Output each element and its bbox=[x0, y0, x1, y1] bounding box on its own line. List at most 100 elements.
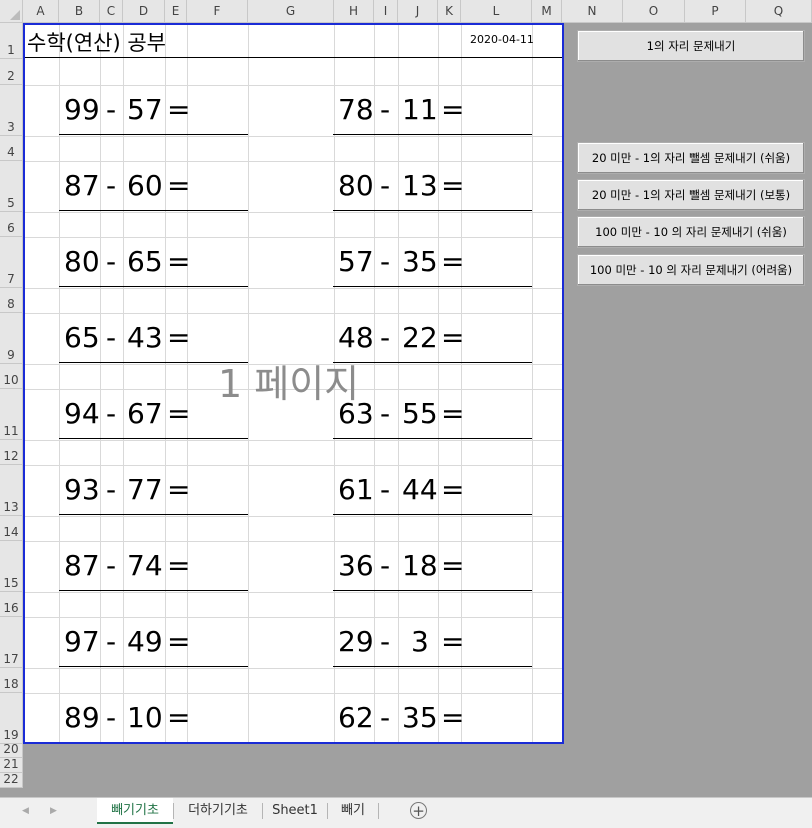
problem-subtrahend[interactable]: 55 bbox=[402, 397, 438, 431]
problem-minuend[interactable]: 78 bbox=[338, 93, 374, 127]
problem-minuend[interactable]: 87 bbox=[64, 549, 100, 583]
row-header[interactable]: 22 bbox=[0, 772, 23, 788]
tab-sheet1[interactable]: Sheet1 bbox=[266, 798, 324, 824]
column-header[interactable]: H bbox=[334, 0, 374, 23]
triangle-left-icon[interactable]: ◀ bbox=[22, 806, 29, 816]
problem-minuend[interactable]: 48 bbox=[338, 321, 374, 355]
problem-equals[interactable]: = bbox=[167, 245, 190, 279]
problem-subtrahend[interactable]: 67 bbox=[127, 397, 163, 431]
problem-subtrahend[interactable]: 60 bbox=[127, 169, 163, 203]
problem-operator[interactable]: - bbox=[106, 625, 116, 659]
column-header[interactable]: N bbox=[562, 0, 623, 23]
row-header[interactable]: 20 bbox=[0, 742, 23, 758]
column-header[interactable]: K bbox=[438, 0, 461, 23]
column-header[interactable]: D bbox=[123, 0, 165, 23]
under100-easy-button[interactable]: 100 미만 - 10 의 자리 문제내기 (쉬움) bbox=[577, 216, 805, 248]
problem-operator[interactable]: - bbox=[106, 701, 116, 735]
row-header[interactable]: 17 bbox=[0, 617, 23, 668]
problem-equals[interactable]: = bbox=[441, 397, 464, 431]
problem-equals[interactable]: = bbox=[441, 549, 464, 583]
problem-operator[interactable]: - bbox=[380, 93, 390, 127]
problem-minuend[interactable]: 93 bbox=[64, 473, 100, 507]
problem-subtrahend[interactable]: 10 bbox=[127, 701, 163, 735]
column-header[interactable]: A bbox=[23, 0, 59, 23]
problem-equals[interactable]: = bbox=[167, 701, 190, 735]
column-header[interactable]: F bbox=[187, 0, 248, 23]
problem-equals[interactable]: = bbox=[441, 625, 464, 659]
column-header[interactable]: E bbox=[165, 0, 187, 23]
problem-subtrahend[interactable]: 74 bbox=[127, 549, 163, 583]
row-header[interactable]: 1 bbox=[0, 23, 23, 59]
problem-operator[interactable]: - bbox=[106, 397, 116, 431]
problem-operator[interactable]: - bbox=[380, 321, 390, 355]
problem-operator[interactable]: - bbox=[106, 169, 116, 203]
problem-operator[interactable]: - bbox=[380, 701, 390, 735]
row-header[interactable]: 8 bbox=[0, 288, 23, 313]
plus-circle-icon[interactable]: + bbox=[410, 802, 427, 819]
problem-subtrahend[interactable]: 22 bbox=[402, 321, 438, 355]
problem-operator[interactable]: - bbox=[380, 397, 390, 431]
row-header[interactable]: 10 bbox=[0, 364, 23, 389]
row-header[interactable]: 7 bbox=[0, 237, 23, 288]
column-header[interactable]: B bbox=[59, 0, 100, 23]
row-header[interactable]: 21 bbox=[0, 757, 23, 773]
problem-subtrahend[interactable]: 44 bbox=[402, 473, 438, 507]
problem-minuend[interactable]: 97 bbox=[64, 625, 100, 659]
row-header[interactable]: 19 bbox=[0, 693, 23, 744]
problem-operator[interactable]: - bbox=[106, 245, 116, 279]
column-header[interactable]: L bbox=[461, 0, 532, 23]
column-header[interactable]: P bbox=[685, 0, 746, 23]
row-header[interactable]: 18 bbox=[0, 668, 23, 693]
tab-bbaegi-basic[interactable]: 빼기기초 bbox=[97, 798, 173, 824]
under20-normal-button[interactable]: 20 미만 - 1의 자리 뺄셈 문제내기 (보통) bbox=[577, 179, 805, 211]
select-all-corner[interactable] bbox=[0, 0, 23, 23]
problem-equals[interactable]: = bbox=[167, 549, 190, 583]
tab-bbaegi[interactable]: 빼기 bbox=[330, 798, 376, 824]
column-header[interactable]: M bbox=[532, 0, 562, 23]
column-header[interactable]: Q bbox=[746, 0, 812, 23]
problem-minuend[interactable]: 80 bbox=[338, 169, 374, 203]
problem-equals[interactable]: = bbox=[167, 473, 190, 507]
problem-minuend[interactable]: 61 bbox=[338, 473, 374, 507]
problem-minuend[interactable]: 65 bbox=[64, 321, 100, 355]
problem-subtrahend[interactable]: 43 bbox=[127, 321, 163, 355]
triangle-right-icon[interactable]: ▶ bbox=[50, 806, 57, 816]
problem-operator[interactable]: - bbox=[106, 549, 116, 583]
problem-subtrahend[interactable]: 77 bbox=[127, 473, 163, 507]
column-header[interactable]: O bbox=[623, 0, 685, 23]
tab-deohagi-basic[interactable]: 더하기기초 bbox=[176, 798, 260, 824]
problem-operator[interactable]: - bbox=[380, 625, 390, 659]
row-header[interactable]: 4 bbox=[0, 136, 23, 161]
problem-operator[interactable]: - bbox=[106, 93, 116, 127]
under100-hard-button[interactable]: 100 미만 - 10 의 자리 문제내기 (어려움) bbox=[577, 254, 805, 286]
problem-equals[interactable]: = bbox=[441, 321, 464, 355]
row-header[interactable]: 14 bbox=[0, 516, 23, 541]
problem-operator[interactable]: - bbox=[380, 169, 390, 203]
row-header[interactable]: 9 bbox=[0, 313, 23, 364]
problem-operator[interactable]: - bbox=[106, 321, 116, 355]
problem-equals[interactable]: = bbox=[441, 473, 464, 507]
problem-equals[interactable]: = bbox=[441, 93, 464, 127]
problem-subtrahend[interactable]: 3 bbox=[411, 625, 429, 659]
problem-equals[interactable]: = bbox=[167, 93, 190, 127]
problem-subtrahend[interactable]: 35 bbox=[402, 245, 438, 279]
problem-equals[interactable]: = bbox=[167, 169, 190, 203]
row-header[interactable]: 11 bbox=[0, 389, 23, 440]
row-header[interactable]: 12 bbox=[0, 440, 23, 465]
problem-minuend[interactable]: 80 bbox=[64, 245, 100, 279]
row-header[interactable]: 6 bbox=[0, 212, 23, 237]
column-header[interactable]: G bbox=[248, 0, 334, 23]
problem-subtrahend[interactable]: 18 bbox=[402, 549, 438, 583]
problem-subtrahend[interactable]: 35 bbox=[402, 701, 438, 735]
row-header[interactable]: 5 bbox=[0, 161, 23, 212]
problem-equals[interactable]: = bbox=[441, 169, 464, 203]
problem-minuend[interactable]: 87 bbox=[64, 169, 100, 203]
ones-place-button[interactable]: 1의 자리 문제내기 bbox=[577, 30, 805, 62]
column-header[interactable]: C bbox=[100, 0, 123, 23]
problem-subtrahend[interactable]: 65 bbox=[127, 245, 163, 279]
problem-subtrahend[interactable]: 11 bbox=[402, 93, 438, 127]
problem-operator[interactable]: - bbox=[106, 473, 116, 507]
column-header[interactable]: I bbox=[374, 0, 398, 23]
problem-minuend[interactable]: 99 bbox=[64, 93, 100, 127]
under20-easy-button[interactable]: 20 미만 - 1의 자리 뺄셈 문제내기 (쉬움) bbox=[577, 142, 805, 174]
